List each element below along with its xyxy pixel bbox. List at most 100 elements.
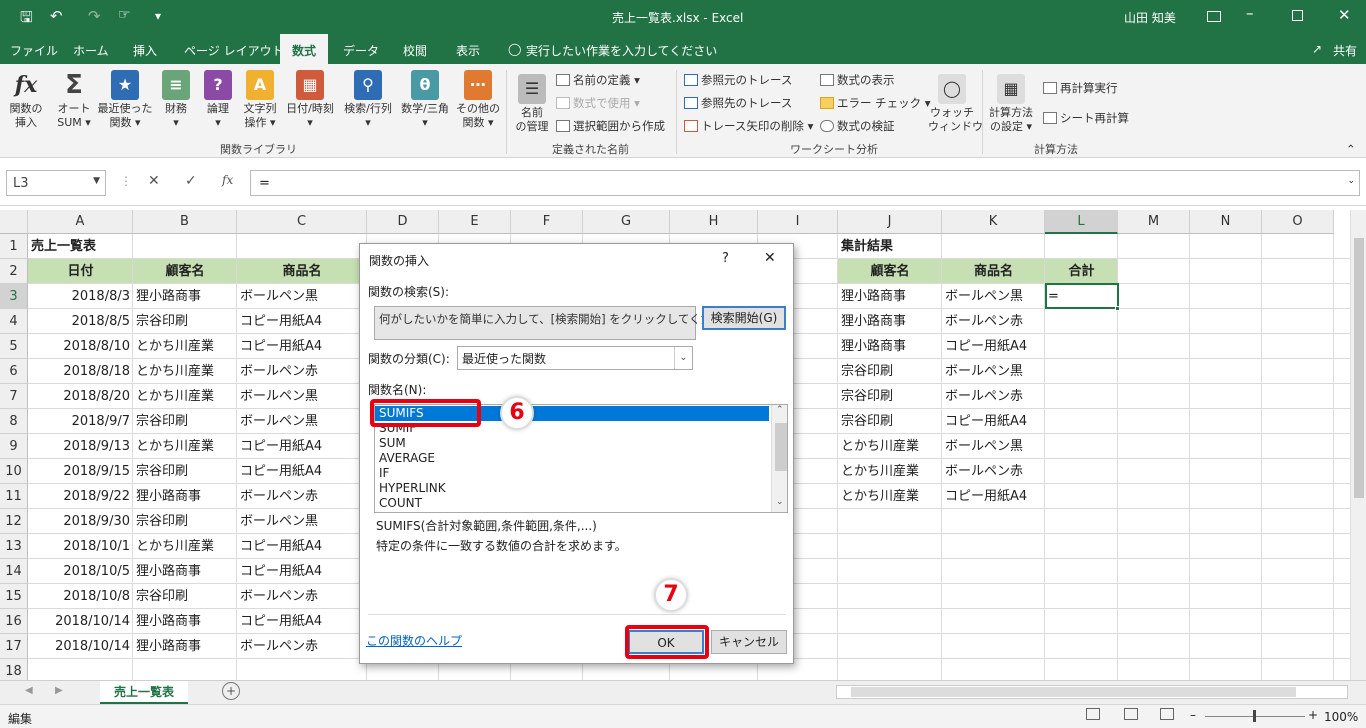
zoom-level[interactable]: 100% bbox=[1324, 710, 1358, 724]
table-cell[interactable]: 宗谷印刷 bbox=[133, 409, 237, 434]
column-header-e[interactable]: E bbox=[439, 210, 511, 234]
evaluate-formula-button[interactable]: 数式の検証 bbox=[820, 118, 895, 134]
select-all-corner[interactable] bbox=[0, 210, 28, 234]
calc-options-button[interactable]: ▦ 計算方法 の設定 ▾ bbox=[985, 74, 1037, 134]
fill-handle[interactable] bbox=[1115, 306, 1120, 311]
summary-cell[interactable]: とかち川産業 bbox=[838, 434, 942, 459]
row-header-6[interactable]: 6 bbox=[0, 359, 28, 384]
recent-functions-button[interactable]: ★ 最近使った 関数 ▾ bbox=[96, 70, 154, 130]
create-from-selection-button[interactable]: 選択範囲から作成 bbox=[556, 118, 665, 134]
table-cell[interactable]: 狸小路商事 bbox=[133, 284, 237, 309]
row-header-8[interactable]: 8 bbox=[0, 409, 28, 434]
table-cell[interactable]: 2018/9/13 bbox=[28, 434, 133, 459]
list-item[interactable]: AVERAGE bbox=[379, 451, 435, 466]
normal-view-icon[interactable] bbox=[1086, 708, 1100, 720]
selected-cell[interactable] bbox=[1045, 283, 1119, 309]
chevron-down-icon[interactable]: ▼ bbox=[93, 176, 100, 186]
text-functions-button[interactable]: A 文字列 操作 ▾ bbox=[240, 70, 280, 130]
table-cell[interactable]: コピー用紙A4 bbox=[237, 534, 367, 559]
column-header-d[interactable]: D bbox=[367, 210, 439, 234]
tell-me-box[interactable]: 実行したい作業を入力してください bbox=[526, 42, 717, 59]
table-cell[interactable]: ボールペン黒 bbox=[237, 384, 367, 409]
financial-button[interactable]: ≡ 財務 ▾ bbox=[156, 70, 196, 130]
summary-cell[interactable]: ボールペン赤 bbox=[942, 309, 1045, 334]
table-cell[interactable]: 宗谷印刷 bbox=[133, 459, 237, 484]
table-cell[interactable]: 宗谷印刷 bbox=[133, 509, 237, 534]
remove-arrows-button[interactable]: トレース矢印の削除 ▾ bbox=[684, 118, 813, 134]
summary-cell[interactable]: とかち川産業 bbox=[838, 484, 942, 509]
table-cell[interactable]: コピー用紙A4 bbox=[237, 459, 367, 484]
category-select[interactable]: 最近使った関数 ⌄ bbox=[457, 346, 693, 370]
summary-cell[interactable]: ボールペン黒 bbox=[942, 359, 1045, 384]
formula-input[interactable]: = ⌄ bbox=[250, 170, 1360, 196]
column-header-b[interactable]: B bbox=[133, 210, 237, 234]
zoom-slider-thumb[interactable] bbox=[1253, 710, 1256, 722]
collapse-ribbon-icon[interactable]: ⌃ bbox=[1346, 142, 1356, 156]
table-cell[interactable]: ボールペン黒 bbox=[237, 409, 367, 434]
restore-icon[interactable] bbox=[1292, 10, 1303, 21]
summary-cell[interactable]: ボールペン黒 bbox=[942, 284, 1045, 309]
row-header-9[interactable]: 9 bbox=[0, 434, 28, 459]
column-header-a[interactable]: A bbox=[28, 210, 133, 234]
table-cell[interactable]: 2018/8/10 bbox=[28, 334, 133, 359]
logical-button[interactable]: ? 論理 ▾ bbox=[200, 70, 236, 130]
table-cell[interactable]: 2018/8/3 bbox=[28, 284, 133, 309]
summary-cell[interactable] bbox=[1045, 334, 1118, 359]
error-check-button[interactable]: エラー チェック ▾ bbox=[820, 95, 931, 111]
qat-customize-icon[interactable]: ▾ bbox=[155, 9, 161, 23]
column-header-i[interactable]: I bbox=[758, 210, 838, 234]
table-cell[interactable]: ボールペン赤 bbox=[237, 634, 367, 659]
summary-cell[interactable]: 狸小路商事 bbox=[838, 334, 942, 359]
row-header-18[interactable]: 18 bbox=[0, 659, 28, 680]
row-header-15[interactable]: 15 bbox=[0, 584, 28, 609]
list-item[interactable]: IF bbox=[379, 466, 389, 481]
tab-view[interactable]: 表示 bbox=[456, 42, 480, 59]
row-header-11[interactable]: 11 bbox=[0, 484, 28, 509]
datetime-button[interactable]: ▦ 日付/時刻 ▾ bbox=[282, 70, 338, 130]
table-cell[interactable]: とかち川産業 bbox=[133, 534, 237, 559]
table-cell[interactable]: 2018/9/30 bbox=[28, 509, 133, 534]
row-header-2[interactable]: 2 bbox=[0, 259, 28, 284]
column-header-f[interactable]: F bbox=[511, 210, 583, 234]
prev-sheet-icon[interactable]: ◀ bbox=[25, 685, 33, 696]
column-header-o[interactable]: O bbox=[1262, 210, 1334, 234]
horizontal-scrollbar[interactable] bbox=[836, 685, 1348, 699]
list-item[interactable]: SUM bbox=[379, 436, 406, 451]
table-cell[interactable]: とかち川産業 bbox=[133, 434, 237, 459]
zoom-out-icon[interactable]: – bbox=[1190, 708, 1196, 722]
column-header-g[interactable]: G bbox=[583, 210, 670, 234]
table-cell[interactable]: 2018/10/1 bbox=[28, 534, 133, 559]
table-cell[interactable]: 2018/10/5 bbox=[28, 559, 133, 584]
save-icon[interactable]: 🖫 bbox=[20, 7, 33, 32]
scroll-thumb[interactable] bbox=[851, 687, 1296, 697]
summary-cell[interactable]: ボールペン赤 bbox=[942, 459, 1045, 484]
tab-file[interactable]: ファイル bbox=[10, 42, 58, 59]
table-cell[interactable]: 2018/8/20 bbox=[28, 384, 133, 409]
table-cell[interactable]: コピー用紙A4 bbox=[237, 309, 367, 334]
table-cell[interactable]: 狸小路商事 bbox=[133, 634, 237, 659]
trace-dependents-button[interactable]: 参照先のトレース bbox=[684, 95, 792, 111]
math-button[interactable]: θ 数学/三角 ▾ bbox=[397, 70, 453, 130]
table-cell[interactable]: コピー用紙A4 bbox=[237, 434, 367, 459]
table-cell[interactable]: 宗谷印刷 bbox=[133, 309, 237, 334]
use-in-formula-button[interactable]: 数式で使用 ▾ bbox=[556, 95, 640, 111]
table-cell[interactable]: 2018/8/18 bbox=[28, 359, 133, 384]
touch-mode-icon[interactable]: ☞ bbox=[118, 7, 131, 23]
next-sheet-icon[interactable]: ▶ bbox=[55, 685, 63, 696]
summary-cell[interactable] bbox=[1045, 409, 1118, 434]
row-header-10[interactable]: 10 bbox=[0, 459, 28, 484]
summary-cell[interactable]: 宗谷印刷 bbox=[838, 409, 942, 434]
zoom-in-icon[interactable]: + bbox=[1308, 708, 1318, 722]
enter-icon[interactable]: ✓ bbox=[185, 173, 197, 189]
undo-icon[interactable]: ↶ bbox=[50, 7, 63, 25]
summary-cell[interactable] bbox=[1045, 459, 1118, 484]
tab-data[interactable]: データ bbox=[343, 42, 379, 59]
table-cell[interactable]: とかち川産業 bbox=[133, 384, 237, 409]
more-functions-button[interactable]: ⋯ その他の 関数 ▾ bbox=[454, 70, 502, 130]
row-header-17[interactable]: 17 bbox=[0, 634, 28, 659]
row-header-7[interactable]: 7 bbox=[0, 384, 28, 409]
column-header-m[interactable]: M bbox=[1118, 210, 1190, 234]
chevron-down-icon[interactable]: ⌄ bbox=[674, 347, 692, 369]
name-manager-button[interactable]: ☰ 名前 の管理 bbox=[510, 74, 554, 134]
share-button[interactable]: 共有 bbox=[1333, 42, 1357, 59]
